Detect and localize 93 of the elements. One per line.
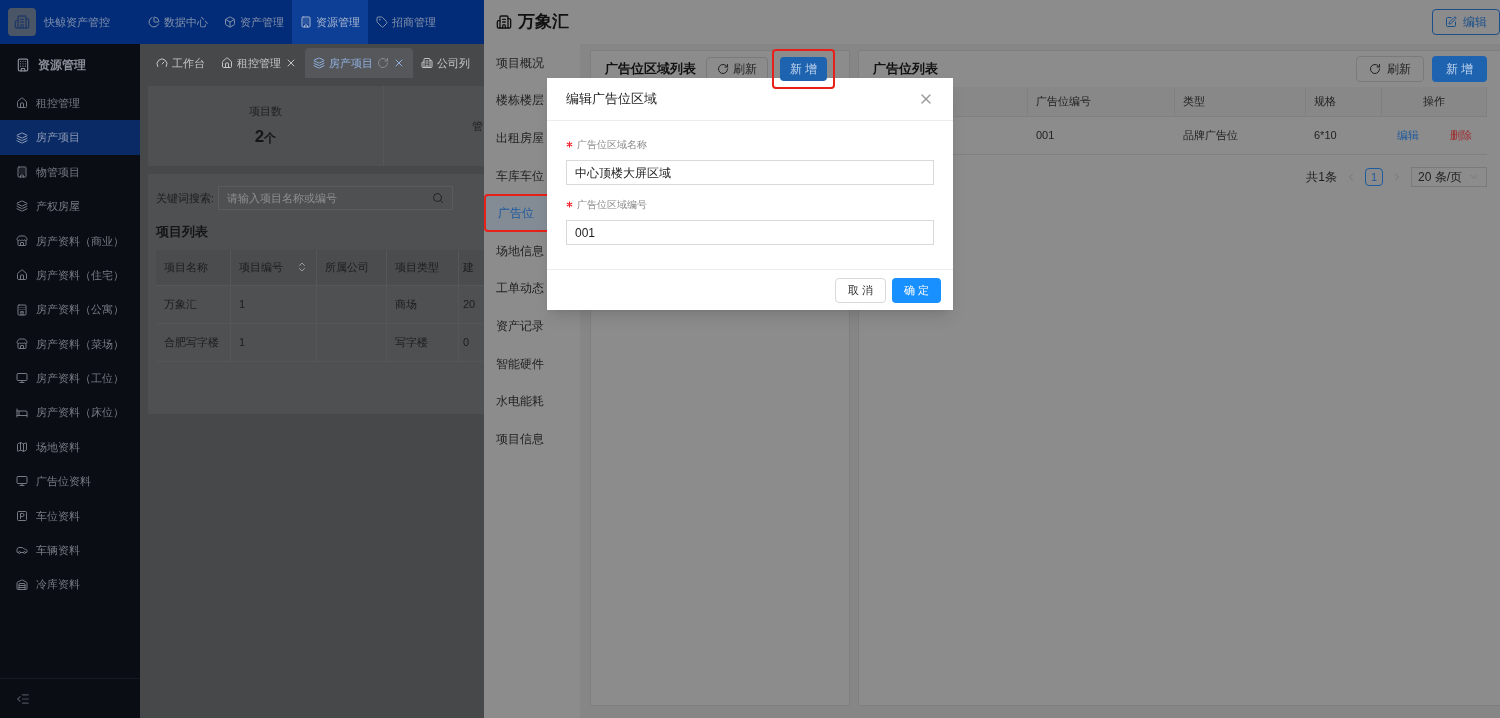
sidebar-item[interactable]: 场地资料: [0, 429, 140, 465]
sidebar-item[interactable]: 房产项目: [0, 120, 140, 155]
field-label: 广告位区域编号: [577, 198, 647, 212]
building-icon: [421, 57, 433, 69]
refresh-icon[interactable]: [377, 57, 389, 69]
house-icon: [221, 57, 233, 69]
stat-value: 2个: [254, 125, 277, 148]
refresh-button[interactable]: 刷新: [1355, 56, 1424, 82]
sidebar-item[interactable]: 房产资料（公寓）: [0, 292, 140, 327]
column-header: 类型: [1175, 87, 1306, 116]
top-nav-item[interactable]: 招商管理: [368, 0, 444, 44]
page-tab[interactable]: 公司列: [413, 48, 478, 78]
required-icon: [566, 201, 573, 208]
building-icon: [496, 14, 512, 30]
close-icon[interactable]: [393, 57, 405, 69]
sidebar-item[interactable]: 房产资料（商业）: [0, 223, 140, 258]
total-count: 共1条: [1306, 169, 1337, 186]
page-tab[interactable]: 工作台: [148, 48, 213, 78]
bed-icon: [16, 406, 28, 419]
sidebar-item[interactable]: 房产资料（菜场）: [0, 326, 140, 362]
add-button[interactable]: 新 增: [1431, 56, 1487, 82]
drawer-nav-item[interactable]: 水电能耗: [484, 382, 580, 420]
drawer-title: 万象汇: [518, 11, 569, 34]
drawer-nav-item[interactable]: 项目信息: [484, 419, 580, 458]
layers-icon: [16, 200, 28, 213]
building-icon: [16, 58, 30, 72]
sidebar-item[interactable]: 车位资料: [0, 498, 140, 534]
page-tab[interactable]: 房产项目: [305, 48, 413, 78]
logo-icon: [8, 8, 36, 36]
refresh-icon: [1368, 63, 1381, 75]
gauge-icon: [156, 57, 168, 69]
parking-icon: [16, 509, 28, 522]
edit-button[interactable]: 编辑: [1432, 9, 1500, 35]
top-nav-item[interactable]: 数据中心: [140, 0, 216, 44]
confirm-button[interactable]: 确 定: [891, 277, 941, 303]
panel-title: 广告位区域列表: [605, 60, 696, 79]
panel-title: 广告位列表: [873, 60, 938, 79]
house-icon: [16, 97, 28, 110]
required-icon: [566, 141, 573, 148]
monitor-icon: [16, 475, 28, 488]
edit-icon: [1445, 16, 1457, 28]
layers-icon: [313, 57, 325, 69]
hotel-icon: [16, 303, 28, 316]
field-label: 广告位区域名称: [577, 138, 647, 152]
add-button[interactable]: 新 增: [779, 57, 827, 81]
dialog-title: 编辑广告位区域: [566, 90, 657, 109]
building-icon: [16, 165, 28, 178]
column-header: 规格: [1306, 87, 1382, 116]
sidebar-item[interactable]: 产权房屋: [0, 189, 140, 224]
table-cell-text: 001: [1035, 128, 1056, 144]
car-icon: [16, 544, 28, 557]
sidebar-item[interactable]: 车辆资料: [0, 533, 140, 568]
sidebar-item[interactable]: 租控管理: [0, 86, 140, 121]
page-size-select[interactable]: 20 条/页: [1411, 167, 1487, 187]
table-cell-text: 6*10: [1313, 128, 1338, 144]
input-field[interactable]: 中心顶楼大屏区域: [566, 160, 934, 185]
search-icon: [432, 192, 445, 204]
refresh-icon: [716, 63, 729, 75]
map-icon: [16, 441, 28, 454]
drawer-nav-item[interactable]: 工单动态: [484, 269, 580, 308]
drawer-nav-item[interactable]: 资产记录: [484, 307, 580, 345]
pie-chart-icon: [148, 16, 160, 28]
cancel-button[interactable]: 取 消: [834, 277, 886, 303]
sidebar-item[interactable]: 冷库资料: [0, 567, 140, 602]
top-nav-item[interactable]: 资源管理: [292, 0, 368, 44]
app-name: 快鲸资产管控: [44, 14, 110, 30]
close-icon[interactable]: [285, 57, 297, 69]
sidebar-item[interactable]: 物管项目: [0, 154, 140, 190]
sidebar-item[interactable]: 房产资料（工位）: [0, 361, 140, 396]
sort-icon[interactable]: [296, 261, 308, 273]
top-nav-item[interactable]: 资产管理: [216, 0, 292, 44]
column-header: 操作: [1382, 87, 1487, 116]
table-title: 项目列表: [156, 223, 209, 241]
box-icon: [224, 16, 236, 28]
store-icon: [16, 234, 28, 247]
layers-icon: [16, 131, 28, 144]
table-cell-text: 品牌广告位: [1182, 128, 1239, 144]
sidebar-title: 资源管理: [38, 57, 86, 74]
drawer-nav-item[interactable]: 项目概况: [484, 44, 580, 82]
monitor-icon: [16, 372, 28, 385]
store-icon: [16, 337, 28, 350]
sidebar-item[interactable]: 房产资料（住宅）: [0, 257, 140, 293]
column-header: 广告位编号: [1028, 87, 1175, 116]
input-field[interactable]: 001: [566, 220, 934, 245]
collapse-menu-icon[interactable]: [16, 691, 30, 706]
sidebar-item[interactable]: 房产资料（床位）: [0, 395, 140, 430]
house-icon: [16, 269, 28, 282]
sidebar-item[interactable]: 广告位资料: [0, 464, 140, 499]
building-icon: [300, 16, 312, 28]
tag-icon: [376, 16, 388, 28]
drawer-nav-item[interactable]: 智能硬件: [484, 344, 580, 383]
page-tab[interactable]: 租控管理: [213, 48, 305, 78]
warehouse-icon: [16, 578, 28, 591]
